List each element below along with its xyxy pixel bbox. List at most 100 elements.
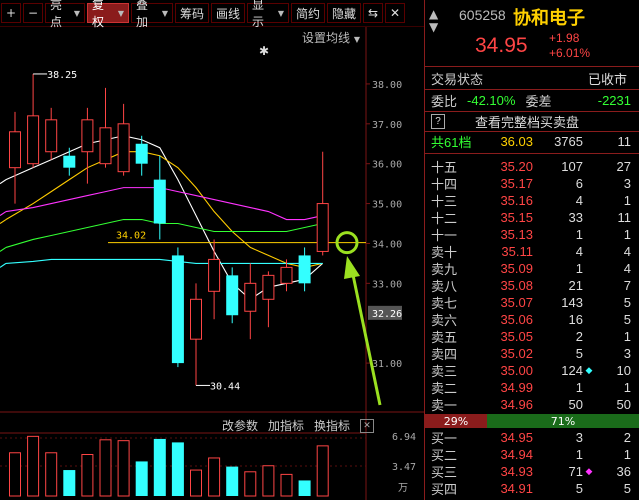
nav-down-icon[interactable]: ▼ bbox=[429, 20, 438, 34]
indicator-toolbar: 改参数 加指标 换指标 ✕ bbox=[222, 417, 375, 434]
high-marker-label: 38.25 bbox=[47, 70, 77, 81]
sell-count: 5 bbox=[623, 295, 631, 310]
sell-price: 35.08 bbox=[500, 278, 533, 293]
sell-price: 35.15 bbox=[500, 210, 533, 225]
toolbar-button-7[interactable]: 显示 ▼ bbox=[247, 0, 289, 29]
full-book-link[interactable]: 查看完整档买卖盘 bbox=[475, 112, 579, 131]
chevron-down-icon: ▼ bbox=[117, 8, 124, 18]
sell-count: 11 bbox=[617, 210, 632, 225]
toolbar-button-label: ⇆ bbox=[367, 6, 379, 20]
candle-body-down bbox=[63, 155, 76, 168]
candle-body-up bbox=[27, 115, 40, 165]
sell-count: 5 bbox=[623, 312, 631, 327]
toolbar-button-3[interactable]: 复权 ▼ bbox=[87, 0, 129, 29]
sell-volume: 143 bbox=[561, 295, 583, 310]
sell-volume: 1 bbox=[575, 227, 583, 242]
ratio-left: 29% bbox=[425, 414, 488, 428]
weibi-value: -42.10% bbox=[467, 92, 516, 108]
total-levels-row: 共61档 36.03 3765 11 bbox=[425, 131, 639, 151]
buy-volume: 71 bbox=[568, 464, 583, 479]
ma-line-ma60 bbox=[5, 258, 323, 264]
volume-unit-label: 万 bbox=[398, 483, 408, 494]
weicha-label: 委差 bbox=[525, 93, 552, 109]
buy-volume: 1 bbox=[575, 447, 583, 462]
toolbar-button-5[interactable]: 筹码 bbox=[175, 3, 209, 23]
ma-line-ma30 bbox=[5, 218, 323, 248]
separator bbox=[425, 153, 639, 154]
sell-count: 1 bbox=[623, 380, 631, 395]
sell-row: 卖八 35.08 21 7 bbox=[425, 277, 639, 294]
toolbar-button-9[interactable]: 隐藏 bbox=[327, 3, 361, 23]
sell-count: 50 bbox=[616, 397, 631, 412]
ma-line-extension bbox=[0, 179, 7, 185]
toolbar-button-6[interactable]: 画线 bbox=[211, 3, 245, 23]
candle-body-up bbox=[244, 282, 257, 312]
sell-price: 34.96 bbox=[500, 397, 533, 412]
sell-row: 卖三 35.00 124 ◆ 10 bbox=[425, 362, 639, 379]
sell-price: 35.02 bbox=[500, 346, 533, 361]
candle-body-up bbox=[190, 298, 202, 340]
status-value: 已收市 bbox=[587, 71, 627, 87]
sell-count: 4 bbox=[623, 261, 631, 276]
buy-price: 34.93 bbox=[500, 464, 533, 479]
toolbar-button-4[interactable]: 叠加 ▼ bbox=[131, 0, 173, 29]
sell-price: 35.17 bbox=[500, 176, 533, 191]
candle-body-up bbox=[262, 274, 275, 300]
total-levels-label: 共61档 bbox=[431, 134, 472, 150]
sell-row: 卖五 35.05 2 1 bbox=[425, 328, 639, 345]
diamond-icon: ◆ bbox=[585, 365, 593, 375]
sell-price: 35.06 bbox=[500, 312, 533, 327]
sell-count: 27 bbox=[616, 159, 631, 174]
sell-price: 35.05 bbox=[500, 329, 533, 344]
add-indicator-link[interactable]: 加指标 bbox=[268, 417, 304, 434]
sell-price: 35.16 bbox=[500, 193, 533, 208]
stock-code: 605258 bbox=[459, 7, 506, 23]
candle-body-down bbox=[226, 275, 239, 316]
buy-count: 36 bbox=[616, 464, 631, 479]
sell-count: 1 bbox=[623, 329, 631, 344]
edit-params-link[interactable]: 改参数 bbox=[222, 417, 258, 434]
buy-count: 2 bbox=[623, 430, 631, 445]
ma-line-extension bbox=[0, 219, 7, 224]
chart-toolbar: + − 亮点 ▼ 复权 ▼ 叠加 ▼ 筹码 画线 显示 ▼ 简约 隐藏 ⇆ ✕ bbox=[0, 0, 424, 29]
sell-price: 34.99 bbox=[500, 380, 533, 395]
toolbar-button-label: 显示 bbox=[252, 0, 265, 29]
sell-row: 十三 35.16 4 1 bbox=[425, 192, 639, 209]
help-icon[interactable]: ? bbox=[431, 113, 445, 129]
sell-volume: 4 bbox=[575, 193, 583, 208]
buy-price: 34.95 bbox=[500, 430, 533, 445]
sell-row: 卖一 34.96 50 50 bbox=[425, 396, 639, 413]
full-book-row[interactable]: ? 查看完整档买卖盘 bbox=[425, 111, 639, 131]
sell-volume: 33 bbox=[568, 210, 583, 225]
candle-body-up bbox=[117, 123, 130, 173]
sell-row: 卖四 35.02 5 3 bbox=[425, 345, 639, 362]
chevron-down-icon: ▼ bbox=[277, 8, 284, 18]
candle-body-down bbox=[298, 255, 311, 284]
ratio-right: 71% bbox=[487, 414, 639, 428]
separator bbox=[425, 66, 639, 67]
toolbar-button-11[interactable]: ✕ bbox=[385, 3, 405, 23]
sell-count: 1 bbox=[623, 227, 631, 242]
toolbar-button-2[interactable]: 亮点 ▼ bbox=[45, 0, 85, 29]
volume-bar-up bbox=[9, 452, 21, 497]
candle-body-down bbox=[135, 143, 148, 164]
sell-volume: 6 bbox=[575, 176, 583, 191]
set-ma-link[interactable]: 设置均线 ▼ bbox=[302, 29, 360, 46]
nav-up-icon[interactable]: ▲ bbox=[429, 7, 438, 21]
toolbar-button-1[interactable]: − bbox=[23, 3, 43, 23]
toolbar-button-10[interactable]: ⇆ bbox=[363, 3, 383, 23]
price-axis-label: 31.00 bbox=[372, 359, 402, 370]
toolbar-button-8[interactable]: 简约 bbox=[291, 3, 325, 23]
switch-indicator-link[interactable]: 换指标 bbox=[314, 417, 350, 434]
toolbar-button-0[interactable]: + bbox=[1, 3, 21, 23]
buy-row: 买一 34.95 3 2 bbox=[425, 429, 639, 446]
weibi-label: 委比 bbox=[431, 93, 458, 109]
sell-volume: 2 bbox=[575, 329, 583, 344]
total-levels-count: 11 bbox=[617, 133, 632, 149]
toolbar-button-label: 画线 bbox=[216, 6, 241, 21]
volume-bar-down bbox=[135, 461, 148, 496]
sell-count: 4 bbox=[623, 244, 631, 259]
volume-bar-up bbox=[81, 454, 94, 497]
close-icon[interactable]: ✕ bbox=[360, 418, 375, 433]
sell-row: 卖七 35.07 143 5 bbox=[425, 294, 639, 311]
